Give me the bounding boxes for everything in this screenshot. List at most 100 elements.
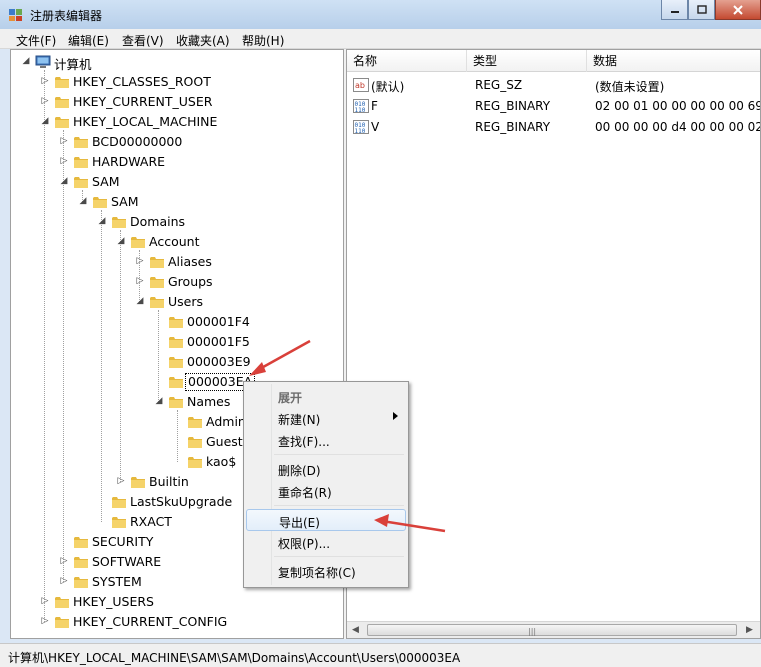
folder-icon <box>111 214 127 230</box>
value-type: REG_BINARY <box>475 99 551 113</box>
collapsed-arrow-icon[interactable]: ▷ <box>59 556 69 566</box>
context-menu-item[interactable]: 新建(N) <box>246 407 406 429</box>
folder-icon <box>54 594 70 610</box>
scroll-right-button[interactable]: ▶ <box>741 622 758 638</box>
column-header-data[interactable]: 数据 <box>587 50 760 72</box>
value-data: 00 00 00 00 d4 00 00 00 02 0 <box>595 120 761 134</box>
menu-file[interactable]: 文件(F) <box>16 32 56 49</box>
svg-text:110: 110 <box>355 128 366 135</box>
tree-guide-line <box>63 130 64 582</box>
tree-node-label: HKEY_USERS <box>73 594 154 609</box>
collapsed-arrow-icon[interactable]: ▷ <box>40 596 50 606</box>
menu-favorites[interactable]: 收藏夹(A) <box>176 32 230 49</box>
value-row[interactable]: ab (默认) REG_SZ (数值未设置) <box>347 74 760 96</box>
context-menu-item[interactable]: 复制项名称(C) <box>246 560 406 582</box>
window-title: 注册表编辑器 <box>30 9 103 23</box>
tree-node-label: 000001F4 <box>187 314 250 329</box>
context-menu: 展开 新建(N) 查找(F)... 删除(D) 重命名(R) 导出(E) 权限(P)... 复… <box>243 381 409 588</box>
expanded-arrow-icon[interactable]: ◢ <box>116 236 126 246</box>
tree-node-label: HKEY_CURRENT_USER <box>73 94 213 109</box>
collapsed-arrow-icon[interactable]: ▷ <box>135 256 145 266</box>
expanded-arrow-icon[interactable]: ◢ <box>21 56 31 66</box>
collapsed-arrow-icon[interactable]: ▷ <box>135 276 145 286</box>
tree-guide-line <box>177 410 178 462</box>
menu-help[interactable]: 帮助(H) <box>242 32 284 49</box>
expanded-arrow-icon[interactable]: ◢ <box>78 196 88 206</box>
collapsed-arrow-icon[interactable]: ▷ <box>40 616 50 626</box>
expanded-arrow-icon[interactable]: ◢ <box>40 116 50 126</box>
expanded-arrow-icon[interactable]: ◢ <box>97 216 107 226</box>
tree-node-label: LastSkuUpgrade <box>130 494 233 509</box>
collapsed-arrow-icon[interactable]: ▷ <box>116 476 126 486</box>
close-button[interactable] <box>715 0 761 20</box>
tree-node-label: 000003E9 <box>187 354 251 369</box>
computer-icon <box>35 54 51 70</box>
value-name: (默认) <box>371 80 405 94</box>
collapsed-arrow-icon[interactable]: ▷ <box>40 76 50 86</box>
value-type: REG_BINARY <box>475 120 551 134</box>
menu-edit[interactable]: 编辑(E) <box>68 32 109 49</box>
tree-node-label: SYSTEM <box>92 574 142 589</box>
tree-node-label: Names <box>187 394 231 409</box>
collapsed-arrow-icon[interactable]: ▷ <box>59 576 69 586</box>
column-header-type[interactable]: 类型 <box>467 50 587 72</box>
context-menu-item-label: 删除(D) <box>278 464 321 478</box>
scrollbar-thumb[interactable]: ||| <box>367 624 737 636</box>
value-row[interactable]: 010 110 V REG_BINARY 00 00 00 00 d4 00 00 00… <box>347 116 761 138</box>
maximize-button[interactable] <box>688 0 715 20</box>
collapsed-arrow-icon[interactable]: ▷ <box>59 156 69 166</box>
context-menu-item[interactable]: 权限(P)... <box>246 531 406 553</box>
tree-node-label: HKEY_CLASSES_ROOT <box>73 74 211 89</box>
expanded-arrow-icon[interactable]: ◢ <box>59 176 69 186</box>
value-data: 02 00 01 00 00 00 00 00 69 6 <box>595 99 761 113</box>
tree-node-label: Groups <box>168 274 213 289</box>
title-bar: 注册表编辑器 <box>0 0 761 29</box>
binary-value-icon: 010 110 <box>353 98 369 114</box>
value-row[interactable]: 010 110 F REG_BINARY 02 00 01 00 00 00 00 00… <box>347 95 761 117</box>
context-menu-item: 展开 <box>246 385 406 407</box>
context-menu-item[interactable]: 查找(F)... <box>246 429 406 451</box>
context-menu-item[interactable]: 导出(E) <box>246 509 406 531</box>
folder-icon <box>54 74 70 90</box>
folder-icon <box>168 314 184 330</box>
scroll-left-button[interactable]: ◀ <box>347 622 364 638</box>
tree-guide-line <box>101 210 102 522</box>
folder-icon <box>149 294 165 310</box>
folder-icon <box>54 114 70 130</box>
tree-node-label: BCD00000000 <box>92 134 183 149</box>
folder-icon <box>149 274 165 290</box>
context-menu-item-label: 查找(F)... <box>278 435 330 449</box>
folder-icon <box>73 554 89 570</box>
tree-node-label: RXACT <box>130 514 172 529</box>
context-menu-item[interactable]: 重命名(R) <box>246 480 406 502</box>
tree-node-label: SOFTWARE <box>92 554 162 569</box>
menu-separator <box>274 556 404 557</box>
column-header-name[interactable]: 名称 <box>347 50 467 72</box>
menu-bar: 文件(F) 编辑(E) 查看(V) 收藏夹(A) 帮助(H) <box>0 29 761 49</box>
tree-node-label: 计算机 <box>54 57 92 72</box>
tree-node-label: Admin <box>206 414 246 429</box>
string-value-icon: ab <box>353 77 369 93</box>
menu-separator <box>274 505 404 506</box>
tree-guide-line <box>158 310 159 402</box>
grip-icon: ||| <box>528 627 537 636</box>
submenu-arrow-icon <box>393 412 398 420</box>
folder-icon <box>73 534 89 550</box>
tree-node-label: HKEY_CURRENT_CONFIG <box>73 614 228 629</box>
folder-icon <box>168 374 184 390</box>
tree-guide-line <box>120 230 121 482</box>
folder-icon <box>73 154 89 170</box>
tree-node-label: Account <box>149 234 200 249</box>
expanded-arrow-icon[interactable]: ◢ <box>135 296 145 306</box>
expanded-arrow-icon[interactable]: ◢ <box>154 396 164 406</box>
close-icon <box>733 4 743 15</box>
minimize-button[interactable] <box>661 0 688 20</box>
context-menu-item-label: 复制项名称(C) <box>278 566 356 580</box>
horizontal-scrollbar[interactable]: ◀ ||| ▶ <box>347 621 760 638</box>
collapsed-arrow-icon[interactable]: ▷ <box>40 96 50 106</box>
tree-node-label: SAM <box>111 194 139 209</box>
menu-view[interactable]: 查看(V) <box>122 32 164 49</box>
context-menu-item[interactable]: 删除(D) <box>246 458 406 480</box>
collapsed-arrow-icon[interactable]: ▷ <box>59 136 69 146</box>
folder-icon <box>187 434 203 450</box>
